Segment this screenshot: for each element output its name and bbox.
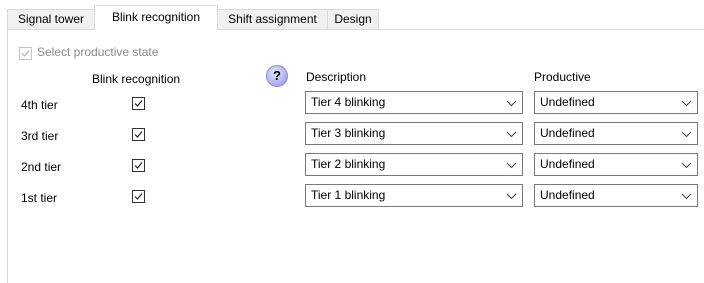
productive-value: Undefined xyxy=(540,95,595,109)
blink-checkbox-4th-tier[interactable] xyxy=(132,97,145,110)
productive-value: Undefined xyxy=(540,188,595,202)
description-value: Tier 1 blinking xyxy=(311,188,386,202)
chevron-down-icon xyxy=(506,131,517,138)
productive-header: Productive xyxy=(534,70,591,84)
check-icon xyxy=(21,50,30,57)
productive-select-4th-tier[interactable]: Undefined xyxy=(534,91,698,114)
help-icon[interactable]: ? xyxy=(266,65,288,87)
tab-shift-assignment[interactable]: Shift assignment xyxy=(217,9,328,29)
blink-checkbox-2nd-tier[interactable] xyxy=(132,159,145,172)
chevron-down-icon xyxy=(506,193,517,200)
chevron-down-icon xyxy=(681,131,692,138)
row-label-4th-tier: 4th tier xyxy=(21,98,58,112)
productive-value: Undefined xyxy=(540,126,595,140)
tab-signal-tower[interactable]: Signal tower xyxy=(7,9,95,29)
select-productive-label: Select productive state xyxy=(37,45,159,59)
blink-checkbox-3rd-tier[interactable] xyxy=(132,128,145,141)
blink-checkbox-1st-tier[interactable] xyxy=(132,190,145,203)
row-label-2nd-tier: 2nd tier xyxy=(21,160,62,174)
description-select-1st-tier[interactable]: Tier 1 blinking xyxy=(305,184,523,207)
row-label-1st-tier: 1st tier xyxy=(21,191,58,205)
productive-select-1st-tier[interactable]: Undefined xyxy=(534,184,698,207)
check-icon xyxy=(134,100,143,107)
description-header: Description xyxy=(306,70,367,84)
description-select-2nd-tier[interactable]: Tier 2 blinking xyxy=(305,153,523,176)
blink-recognition-header: Blink recognition xyxy=(92,72,181,86)
tab-blink-recognition[interactable]: Blink recognition xyxy=(94,5,218,30)
description-value: Tier 3 blinking xyxy=(311,126,386,140)
productive-value: Undefined xyxy=(540,157,595,171)
description-select-4th-tier[interactable]: Tier 4 blinking xyxy=(305,91,523,114)
check-icon xyxy=(134,162,143,169)
productive-select-2nd-tier[interactable]: Undefined xyxy=(534,153,698,176)
description-value: Tier 2 blinking xyxy=(311,157,386,171)
chevron-down-icon xyxy=(681,162,692,169)
check-icon xyxy=(134,131,143,138)
description-value: Tier 4 blinking xyxy=(311,95,386,109)
chevron-down-icon xyxy=(681,100,692,107)
chevron-down-icon xyxy=(506,100,517,107)
chevron-down-icon xyxy=(681,193,692,200)
check-icon xyxy=(134,193,143,200)
row-label-3rd-tier: 3rd tier xyxy=(21,129,59,143)
productive-select-3rd-tier[interactable]: Undefined xyxy=(534,122,698,145)
description-select-3rd-tier[interactable]: Tier 3 blinking xyxy=(305,122,523,145)
select-productive-checkbox[interactable] xyxy=(19,47,32,60)
tab-design[interactable]: Design xyxy=(327,9,379,29)
tab-strip: Signal tower Blink recognition Shift ass… xyxy=(0,0,704,31)
chevron-down-icon xyxy=(506,162,517,169)
